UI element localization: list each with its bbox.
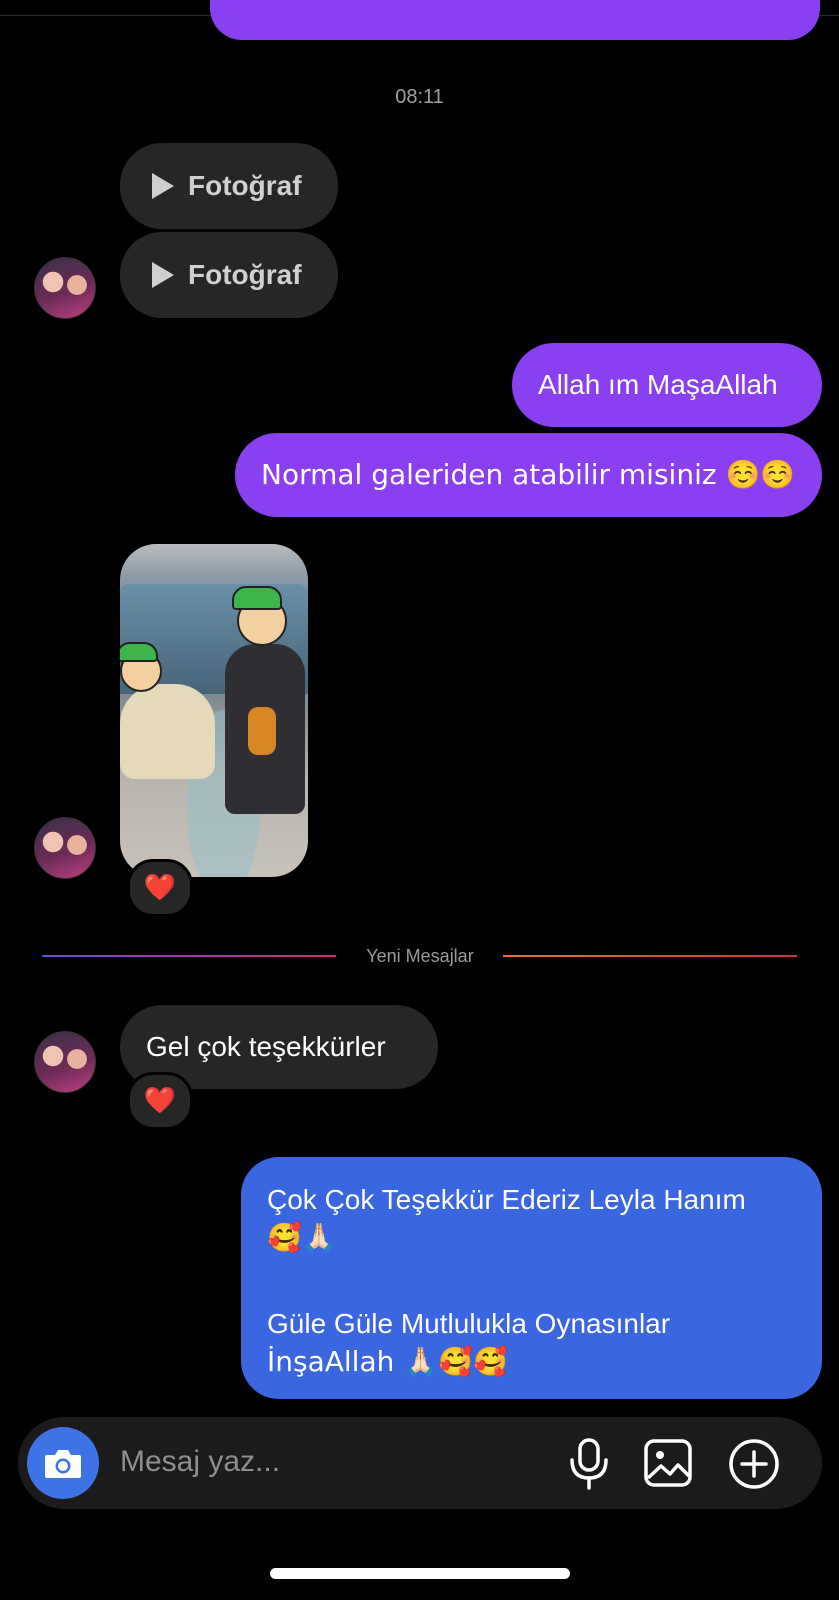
sent-message[interactable]: Çok Çok Teşekkür Ederiz Leyla Hanım 🥰🙏🏻 …	[241, 1157, 822, 1399]
photo-message-1[interactable]: Fotoğraf	[120, 143, 338, 229]
camera-button[interactable]	[27, 1427, 99, 1499]
heart-icon: ❤️	[143, 873, 177, 903]
microphone-icon	[570, 1438, 608, 1490]
heart-reaction[interactable]: ❤️	[127, 859, 193, 917]
photo-message-2[interactable]: Fotoğraf	[120, 232, 338, 318]
message-text: Allah ım MaşaAllah	[538, 369, 778, 400]
divider-line-left	[42, 955, 336, 957]
message-text-line: İnşaAllah 🙏🏻🥰🥰	[267, 1345, 508, 1378]
cap-sticker-icon	[232, 586, 282, 610]
photo-message-label: Fotoğraf	[188, 259, 302, 290]
message-timestamp: 08:11	[395, 86, 444, 108]
message-emoji-line: 🥰🙏🏻	[267, 1221, 337, 1254]
cap-sticker-icon	[120, 642, 158, 662]
previous-sent-message[interactable]	[210, 0, 820, 40]
message-text: Gel çok teşekkürler	[146, 1031, 386, 1062]
add-circle-icon	[729, 1439, 779, 1489]
sender-avatar[interactable]	[34, 1031, 96, 1093]
sent-message[interactable]: Normal galeriden atabilir misiniz ☺️☺️	[235, 433, 822, 517]
message-text: Normal galeriden atabilir misiniz ☺️☺️	[261, 458, 796, 491]
heart-icon: ❤️	[143, 1086, 177, 1116]
add-button[interactable]	[728, 1438, 780, 1490]
heart-reaction[interactable]: ❤️	[127, 1072, 193, 1130]
new-messages-divider: Yeni Mesajlar	[366, 946, 474, 966]
message-text-line: Güle Güle Mutlulukla Oynasınlar	[267, 1308, 671, 1339]
sender-avatar[interactable]	[34, 817, 96, 879]
play-icon	[152, 173, 174, 199]
camera-icon	[45, 1450, 81, 1478]
message-input[interactable]: Mesaj yaz...	[120, 1445, 280, 1479]
sender-avatar[interactable]	[34, 257, 96, 319]
gallery-icon	[644, 1439, 692, 1487]
divider-line-right	[503, 955, 797, 957]
play-icon	[152, 262, 174, 288]
message-text-line: Çok Çok Teşekkür Ederiz Leyla Hanım	[267, 1184, 746, 1215]
photo-message-label: Fotoğraf	[188, 170, 302, 201]
microphone-button[interactable]	[566, 1438, 612, 1490]
gallery-button[interactable]	[643, 1438, 693, 1488]
sent-message[interactable]: Allah ım MaşaAllah	[512, 343, 822, 427]
home-indicator[interactable]	[270, 1568, 570, 1579]
photo-child	[120, 684, 215, 779]
photo-toy	[248, 707, 276, 755]
shared-photo[interactable]	[120, 544, 308, 877]
